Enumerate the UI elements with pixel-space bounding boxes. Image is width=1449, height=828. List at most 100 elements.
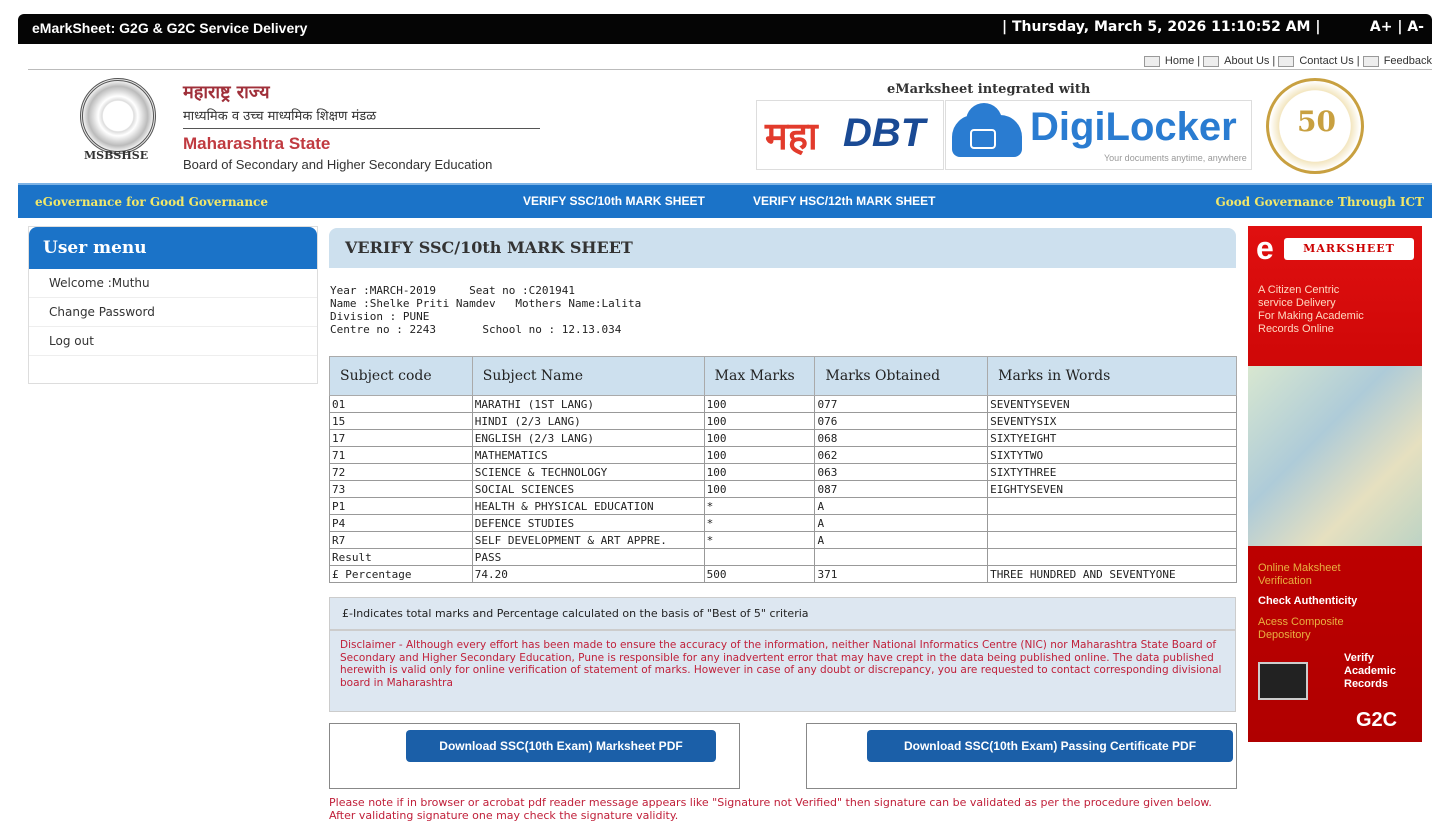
table-row: R7 SELF DEVELOPMENT & ART APPRE. * A xyxy=(329,531,1237,549)
col-subject-name: Subject Name xyxy=(471,356,705,396)
org-divider xyxy=(183,128,540,129)
link-separator: | xyxy=(1272,55,1276,67)
col-max-marks: Max Marks xyxy=(703,356,816,396)
table-row: 72 SCIENCE & TECHNOLOGY 100 063 SIXTYTHREE xyxy=(329,463,1237,481)
banner-online-1: Online Maksheet xyxy=(1258,562,1341,574)
feedback-link[interactable]: Feedback xyxy=(1384,55,1432,67)
cell: P1 xyxy=(329,497,473,515)
cell: SEVENTYSIX xyxy=(987,412,1237,430)
cell xyxy=(987,514,1237,532)
user-menu: User menu Welcome :Muthu Change Password… xyxy=(28,226,318,384)
download-certificate-button[interactable]: Download SSC(10th Exam) Passing Certific… xyxy=(867,730,1233,762)
cell: MATHEMATICS xyxy=(471,446,705,464)
cell: 72 xyxy=(329,463,473,481)
banner-access-2: Depository xyxy=(1258,629,1311,641)
cell: A xyxy=(814,514,989,532)
student-info-centre-school: Centre no : 2243 School no : 12.13.034 xyxy=(330,323,622,336)
font-size-controls: A+ | A- xyxy=(1370,19,1424,35)
cell: 087 xyxy=(814,480,989,498)
cell: MARATHI (1ST LANG) xyxy=(471,395,705,413)
digilocker-logo[interactable]: DigiLocker Your documents anytime, anywh… xyxy=(945,100,1252,170)
emarksheet-logo-e: e xyxy=(1256,230,1274,266)
top-links: Home | About Us | Contact Us | Feedback xyxy=(1143,55,1435,67)
board-seal-caption: MSBSHSE xyxy=(84,149,149,162)
contact-link[interactable]: Contact Us xyxy=(1299,55,1353,67)
col-marks-in-words: Marks in Words xyxy=(987,356,1237,396)
change-password-link[interactable]: Change Password xyxy=(29,298,317,327)
cell: * xyxy=(703,514,816,532)
home-icon xyxy=(1143,55,1160,67)
feedback-icon xyxy=(1362,55,1379,67)
marks-table: Subject code Subject Name Max Marks Mark… xyxy=(329,356,1237,583)
cell: SEVENTYSEVEN xyxy=(987,395,1237,413)
cell: 73 xyxy=(329,480,473,498)
banner-tagline-4: Records Online xyxy=(1258,323,1334,335)
mahadbt-logo[interactable]: महा DBT xyxy=(756,100,944,170)
cell: SIXTYEIGHT xyxy=(987,429,1237,447)
cell: PASS xyxy=(471,548,705,566)
banner-online-2: Verification xyxy=(1258,575,1312,587)
user-menu-welcome: Welcome :Muthu xyxy=(29,269,317,298)
org-name-marathi-2: माध्यमिक व उच्च माध्यमिक शिक्षण मंडळ xyxy=(183,109,377,124)
about-link[interactable]: About Us xyxy=(1224,55,1269,67)
about-icon xyxy=(1203,55,1220,67)
cell: Result xyxy=(329,548,473,566)
font-decrease-button[interactable]: A- xyxy=(1407,19,1424,35)
cell: P4 xyxy=(329,514,473,532)
cell: DEFENCE STUDIES xyxy=(471,514,705,532)
emarksheet-logo-text: MARKSHEET xyxy=(1284,238,1414,260)
mail-icon xyxy=(1278,55,1295,67)
cell: R7 xyxy=(329,531,473,549)
cell: ENGLISH (2/3 LANG) xyxy=(471,429,705,447)
digilocker-name: DigiLocker xyxy=(1030,105,1237,149)
user-menu-title: User menu xyxy=(29,227,317,269)
home-link[interactable]: Home xyxy=(1165,55,1194,67)
table-row: P4 DEFENCE STUDIES * A xyxy=(329,514,1237,532)
cell: SIXTYTWO xyxy=(987,446,1237,464)
link-separator: | xyxy=(1356,55,1360,67)
cell: £ Percentage xyxy=(329,565,473,583)
cell: A xyxy=(814,531,989,549)
nav-slogan-right: Good Governance Through ICT xyxy=(1215,195,1424,209)
link-separator: | xyxy=(1197,55,1201,67)
download-marksheet-button[interactable]: Download SSC(10th Exam) Marksheet PDF xyxy=(406,730,716,762)
banner-verify-2: Academic xyxy=(1344,665,1396,677)
col-marks-obtained: Marks Obtained xyxy=(814,356,989,396)
cell: 100 xyxy=(703,446,816,464)
cell: 100 xyxy=(703,412,816,430)
nav-verify-ssc[interactable]: VERIFY SSC/10th MARK SHEET xyxy=(523,194,705,208)
board-seal-logo xyxy=(80,78,156,154)
cell: SCIENCE & TECHNOLOGY xyxy=(471,463,705,481)
font-increase-button[interactable]: A+ xyxy=(1370,19,1393,35)
org-name-marathi-1: महाराष्ट्र राज्य xyxy=(183,82,270,103)
jubilee-number: 50 xyxy=(1297,105,1336,138)
marks-table-header: Subject code Subject Name Max Marks Mark… xyxy=(329,356,1237,396)
table-row-result: Result PASS xyxy=(329,548,1237,566)
download-certificate-box: Download SSC(10th Exam) Passing Certific… xyxy=(806,723,1237,789)
banner-tagline: A Citizen Centric service Delivery For M… xyxy=(1258,284,1364,336)
banner-tagline-3: For Making Academic xyxy=(1258,310,1364,322)
logout-link[interactable]: Log out xyxy=(29,327,317,356)
org-name-english-2: Board of Secondary and Higher Secondary … xyxy=(183,157,493,172)
main-nav: eGovernance for Good Governance VERIFY S… xyxy=(18,183,1432,218)
table-row: 71 MATHEMATICS 100 062 SIXTYTWO xyxy=(329,446,1237,464)
datetime-display: | Thursday, March 5, 2026 11:10:52 AM | xyxy=(1002,19,1321,35)
cell: HINDI (2/3 LANG) xyxy=(471,412,705,430)
cell xyxy=(703,548,816,566)
cell: 15 xyxy=(329,412,473,430)
table-row-percentage: £ Percentage 74.20 500 371 THREE HUNDRED AND… xyxy=(329,565,1237,583)
student-info-division: Division : PUNE xyxy=(330,310,430,323)
emarksheet-logo: e MARKSHEET xyxy=(1256,230,1414,266)
verify-panel-title: VERIFY SSC/10th MARK SHEET xyxy=(345,238,633,257)
digilocker-cloud-icon xyxy=(952,103,1022,157)
banner-verify-records: Verify Academic Records xyxy=(1344,652,1396,691)
table-row: 15 HINDI (2/3 LANG) 100 076 SEVENTYSIX xyxy=(329,412,1237,430)
nav-verify-hsc[interactable]: VERIFY HSC/12th MARK SHEET xyxy=(753,194,935,208)
cell: 100 xyxy=(703,395,816,413)
cell: 068 xyxy=(814,429,989,447)
cell: * xyxy=(703,497,816,515)
nav-slogan-left: eGovernance for Good Governance xyxy=(35,195,268,209)
integrated-with-label: eMarksheet integrated with xyxy=(887,82,1091,97)
g2c-logo: G2C xyxy=(1356,709,1398,731)
top-bar: eMarkSheet: G2G & G2C Service Delivery |… xyxy=(18,14,1432,44)
